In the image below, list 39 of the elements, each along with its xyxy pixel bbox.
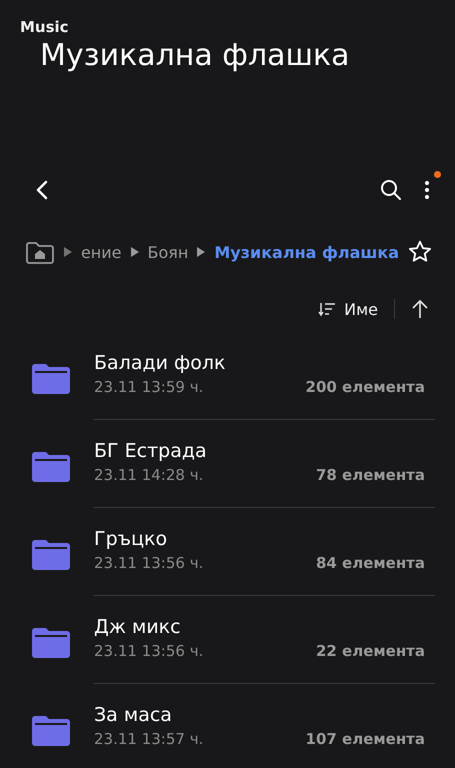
breadcrumb-item[interactable]: Музикална флашка xyxy=(214,242,400,262)
breadcrumb-item[interactable]: Боян xyxy=(147,242,188,262)
sort-icon xyxy=(318,301,336,317)
folder-icon xyxy=(32,626,70,658)
item-count: 84 елемента xyxy=(316,554,425,572)
folder-date: 23.11 13:56 ч. xyxy=(94,554,204,572)
folder-name: За маса xyxy=(94,704,173,726)
item-count: 200 елемента xyxy=(306,378,425,396)
folder-row[interactable]: БГ Естрада 23.11 14:28 ч. 78 елемента xyxy=(0,430,455,518)
chevron-icon xyxy=(130,246,140,258)
folder-name: Балади фолк xyxy=(94,352,226,374)
folder-row[interactable]: Гръцко 23.11 13:56 ч. 84 елемента xyxy=(0,518,455,606)
folder-date: 23.11 13:59 ч. xyxy=(94,378,204,396)
folder-icon xyxy=(32,450,70,482)
search-icon[interactable] xyxy=(379,178,403,202)
overlay-title: Музикална флашка xyxy=(40,38,350,73)
item-count: 22 елемента xyxy=(316,642,425,660)
item-count: 78 елемента xyxy=(316,466,425,484)
folder-row[interactable]: Дж микс 23.11 13:56 ч. 22 елемента xyxy=(0,606,455,694)
folder-icon xyxy=(32,714,70,746)
chevron-icon xyxy=(62,246,73,258)
folder-row[interactable]: За маса 23.11 13:57 ч. 107 елемента xyxy=(0,694,455,768)
folder-row[interactable]: Балади фолк 23.11 13:59 ч. 200 елемента xyxy=(0,342,455,430)
overlay-label: Music xyxy=(20,18,69,36)
folder-name: Дж микс xyxy=(94,616,182,638)
folder-icon xyxy=(32,362,70,394)
folder-date: 23.11 13:57 ч. xyxy=(94,730,204,748)
folder-name: БГ Естрада xyxy=(94,440,208,462)
more-icon[interactable] xyxy=(423,179,431,201)
sort-direction-icon[interactable] xyxy=(411,299,429,319)
folder-date: 23.11 14:28 ч. xyxy=(94,466,204,484)
folder-date: 23.11 13:56 ч. xyxy=(94,642,204,660)
chevron-icon xyxy=(196,246,206,258)
breadcrumb-item[interactable]: ение xyxy=(80,242,122,262)
folder-icon xyxy=(32,538,70,570)
home-folder-icon[interactable] xyxy=(25,239,55,265)
item-count: 107 елемента xyxy=(306,730,425,748)
folder-name: Гръцко xyxy=(94,528,168,550)
sort-button[interactable]: Име xyxy=(318,300,378,318)
